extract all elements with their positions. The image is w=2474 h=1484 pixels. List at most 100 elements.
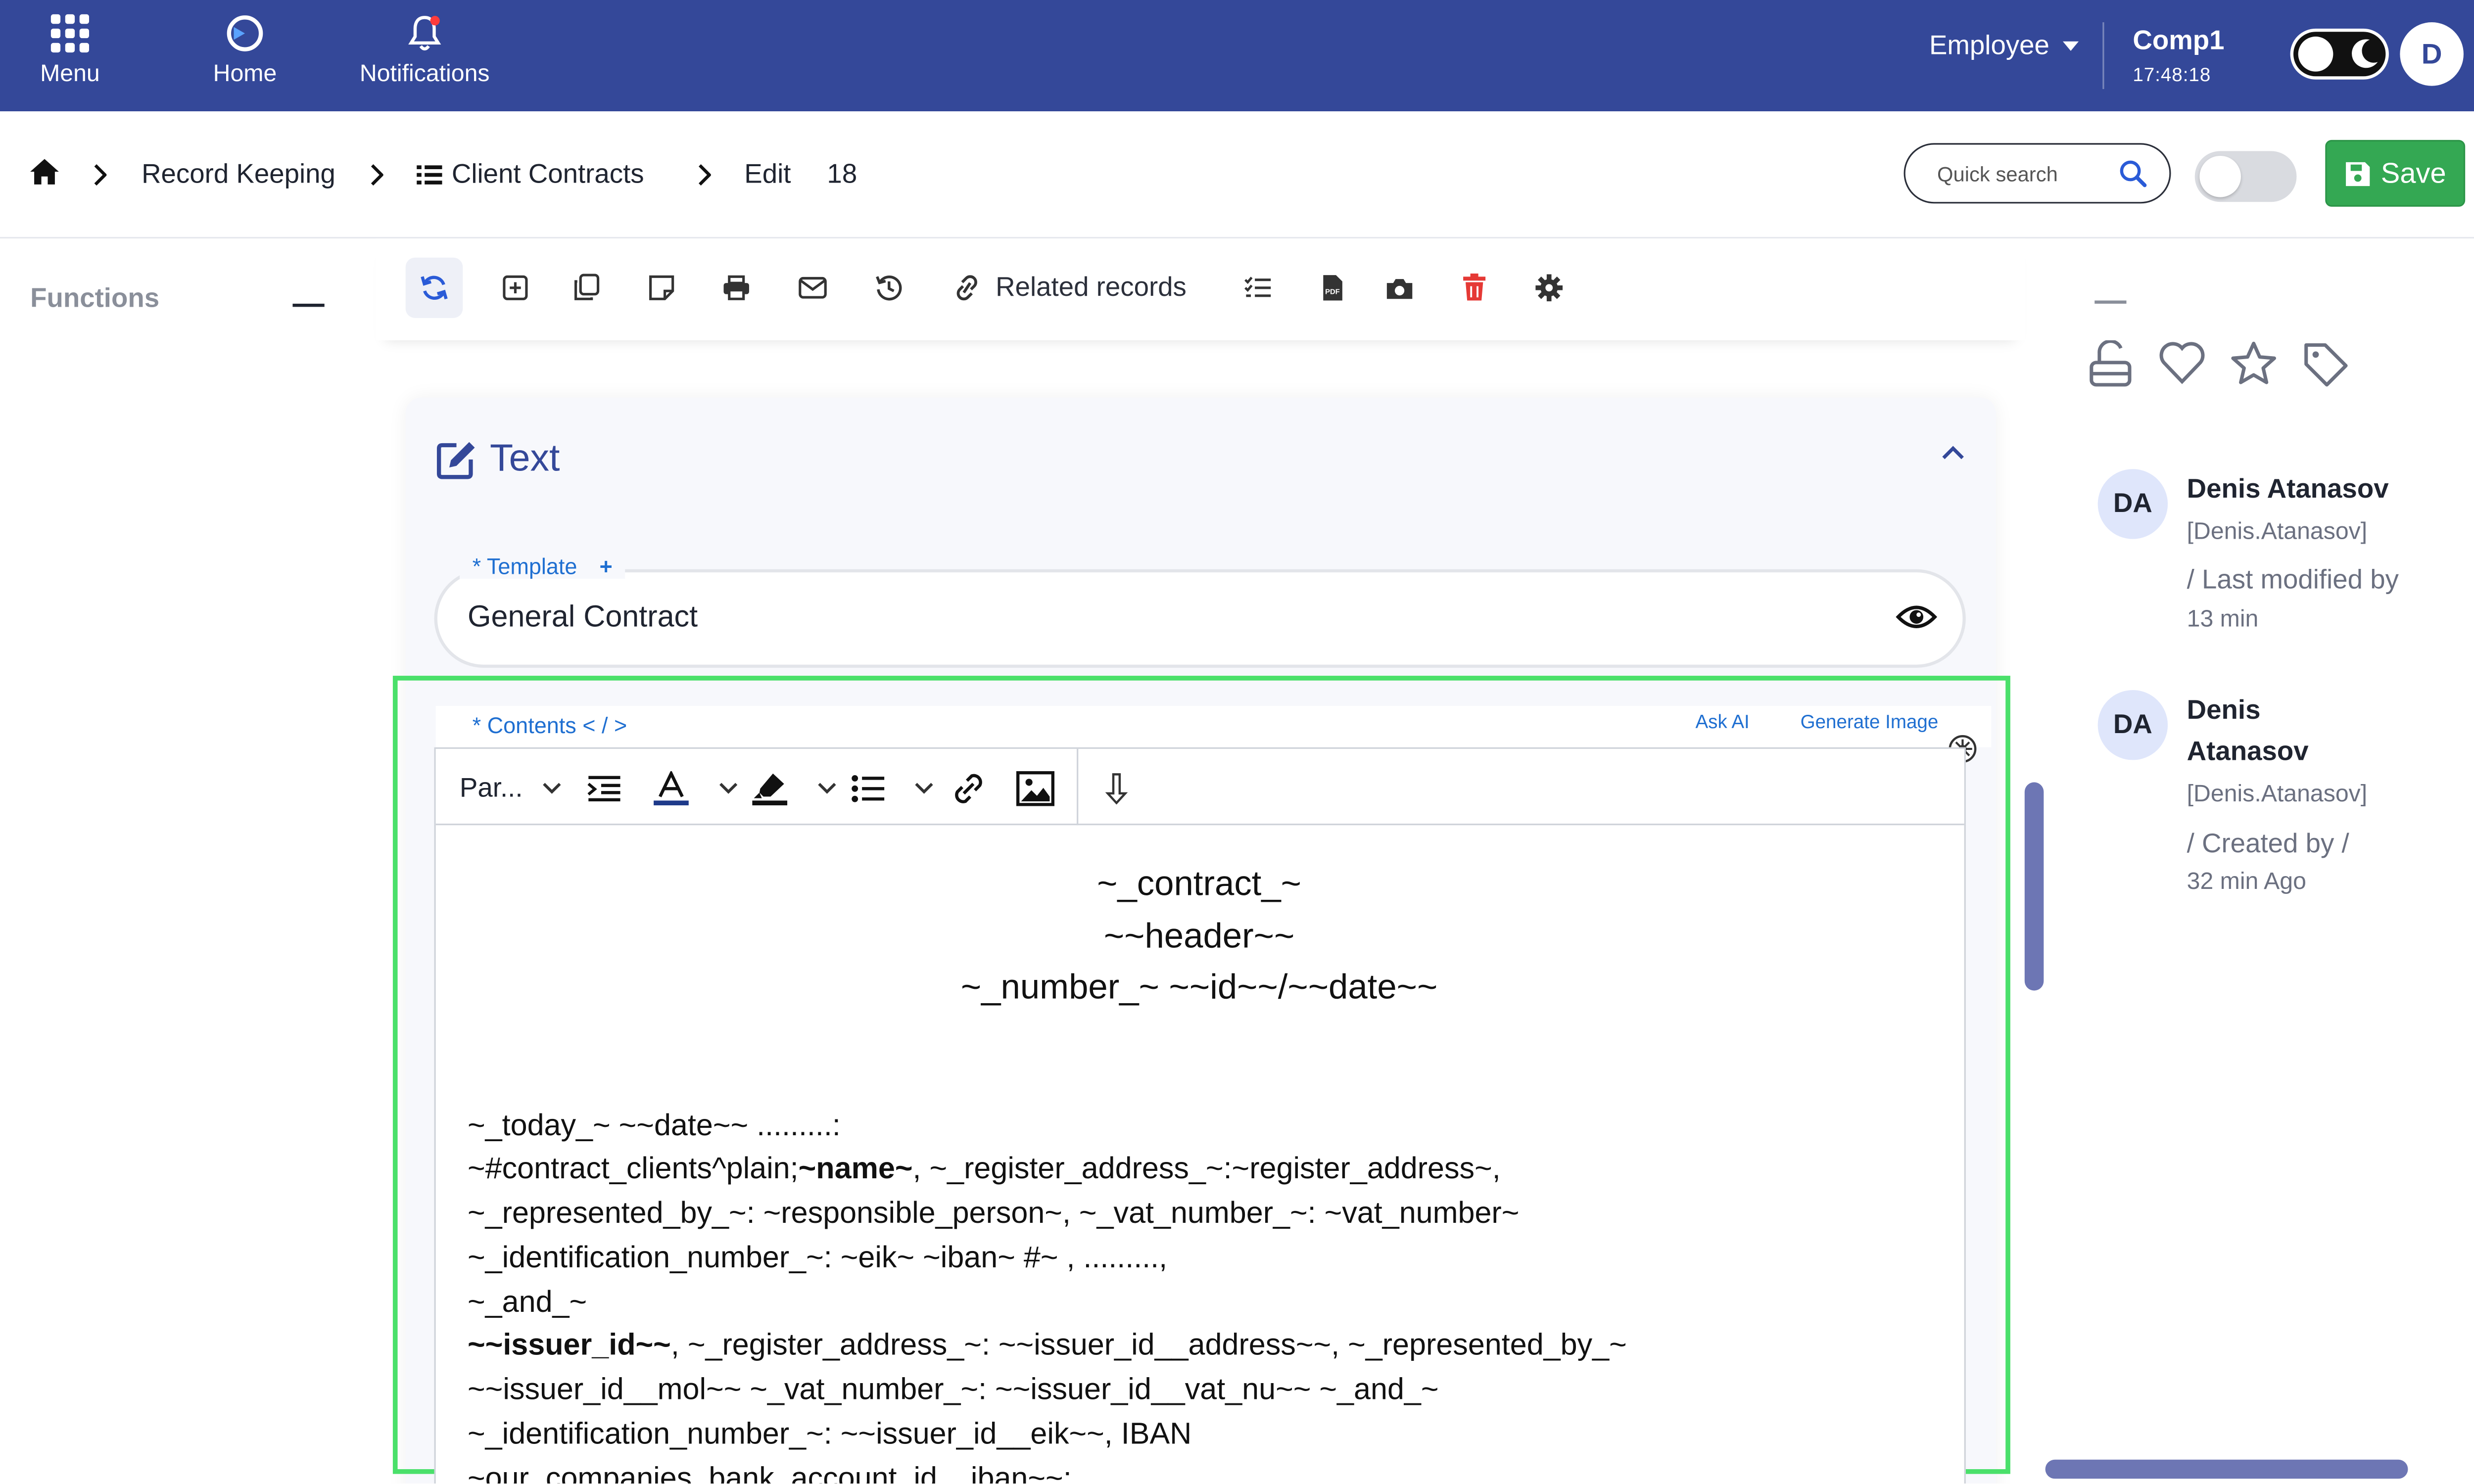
- company-name: Comp1: [2133, 25, 2225, 56]
- role-dropdown[interactable]: Employee: [1929, 30, 2078, 62]
- quick-search-field[interactable]: [1903, 143, 2171, 204]
- clock-time: 17:48:18: [2133, 63, 2211, 86]
- activity-user-name: Denis: [2187, 695, 2261, 725]
- doc-bold-text: ~name~: [798, 1153, 913, 1187]
- dark-mode-toggle[interactable]: [2290, 28, 2389, 80]
- vertical-scrollbar[interactable]: [2024, 782, 2044, 991]
- arrow-down-icon: [1105, 773, 1128, 805]
- notifications-button[interactable]: Notifications: [350, 13, 499, 88]
- activity-user-name: Atanasov: [2187, 736, 2309, 767]
- role-value: Employee: [1929, 30, 2049, 61]
- record-id: 18: [827, 159, 857, 190]
- template-label: * Template +: [459, 553, 625, 579]
- menu-button[interactable]: Menu: [35, 13, 105, 88]
- add-template-button[interactable]: +: [599, 554, 612, 579]
- home-button[interactable]: Home: [210, 13, 280, 88]
- doc-number-line: ~_number_~ ~~id~~/~~date~~: [960, 967, 1438, 1007]
- email-button[interactable]: [794, 258, 832, 318]
- print-button[interactable]: [717, 258, 756, 318]
- bulleted-list-icon: [852, 775, 885, 802]
- note-button[interactable]: [643, 258, 681, 318]
- font-color-icon: [654, 771, 689, 806]
- related-records-label: Related records: [996, 272, 1187, 302]
- font-color-button[interactable]: [652, 768, 738, 810]
- home-logo-icon: [227, 15, 263, 51]
- bulleted-list-button[interactable]: [851, 768, 934, 810]
- tag-icon[interactable]: [2301, 340, 2349, 388]
- copy-icon: [574, 274, 600, 300]
- breadcrumb-client-contracts[interactable]: Client Contracts: [417, 159, 644, 190]
- heart-icon[interactable]: [2158, 340, 2206, 385]
- caret-down-icon: [2062, 41, 2078, 51]
- indent-icon: [587, 776, 620, 802]
- template-value: General Contract: [468, 601, 698, 635]
- printer-icon: [723, 275, 749, 300]
- insert-image-button[interactable]: [1016, 768, 1055, 810]
- breadcrumb-bar: Record Keeping Client Contracts Edit 18: [0, 111, 2474, 239]
- contents-label[interactable]: * Contents < / >: [473, 712, 627, 738]
- document-content[interactable]: ~_contract_~ ~~header~~ ~_number_~ ~~id~…: [468, 859, 1947, 1484]
- chevron-down-icon: [818, 783, 836, 794]
- delete-button[interactable]: [1455, 258, 1493, 318]
- indent-button[interactable]: [587, 768, 622, 810]
- related-records-button[interactable]: Related records: [951, 258, 1187, 318]
- user-avatar[interactable]: D: [2400, 22, 2464, 86]
- checklist-button[interactable]: [1239, 258, 1277, 318]
- template-label-text: * Template: [472, 553, 577, 579]
- record-toolbar: Related records PDF: [375, 238, 2025, 340]
- breadcrumb-record-keeping[interactable]: Record Keeping: [142, 159, 335, 190]
- doc-paragraph: ~_and_~: [468, 1286, 587, 1319]
- breadcrumb-edit-label: Edit: [744, 159, 791, 189]
- activity-action: / Last modified by: [2187, 564, 2399, 595]
- doc-header-line: ~~header~~: [1103, 915, 1295, 955]
- copy-button[interactable]: [568, 258, 606, 318]
- chevron-down-icon: [915, 783, 933, 794]
- grid-menu-icon: [50, 14, 90, 53]
- doc-text: , ~_register_address_~: ~~issuer_id__add…: [670, 1330, 1627, 1364]
- history-button[interactable]: [870, 258, 908, 318]
- ask-ai-link[interactable]: Ask AI: [1695, 711, 1749, 733]
- section-title-label: Text: [490, 437, 560, 480]
- eye-icon[interactable]: [1896, 600, 1938, 635]
- home-label: Home: [213, 60, 277, 88]
- moon-icon: [2352, 39, 2378, 68]
- activity-time: 13 min: [2187, 605, 2259, 633]
- functions-collapse-button[interactable]: [292, 303, 325, 307]
- insert-link-button[interactable]: [950, 768, 988, 810]
- paragraph-style-value: Par...: [459, 773, 523, 803]
- pdf-button[interactable]: PDF: [1314, 258, 1352, 318]
- horizontal-scrollbar[interactable]: [2045, 1459, 2408, 1479]
- paragraph-style-dropdown[interactable]: Par...: [460, 768, 561, 810]
- unlock-icon[interactable]: [2088, 340, 2133, 388]
- highlight-button[interactable]: [751, 768, 837, 810]
- list-icon: [417, 165, 442, 185]
- view-toggle[interactable]: [2194, 151, 2297, 202]
- generate-image-link[interactable]: Generate Image: [1801, 711, 1939, 733]
- chevron-right-icon: [371, 164, 383, 186]
- search-icon[interactable]: [2118, 159, 2147, 187]
- star-icon[interactable]: [2230, 340, 2277, 388]
- more-tools-button[interactable]: [1105, 768, 1128, 810]
- new-record-button[interactable]: [496, 258, 534, 318]
- activity-time: 32 min Ago: [2187, 868, 2306, 895]
- image-icon: [1016, 771, 1055, 806]
- breadcrumb-home[interactable]: [29, 157, 60, 186]
- doc-paragraph: ~~issuer_id__mol~~ ~_vat_number_~: ~~iss…: [468, 1374, 1439, 1408]
- camera-button[interactable]: [1380, 258, 1419, 318]
- history-icon: [876, 276, 902, 301]
- chevron-down-icon: [719, 783, 738, 794]
- company-info: Comp1 17:48:18: [2133, 25, 2224, 86]
- refresh-button[interactable]: [405, 257, 463, 318]
- save-button[interactable]: Save: [2325, 139, 2466, 207]
- section-title: Text: [436, 437, 560, 482]
- quick-search-input[interactable]: [1937, 161, 2116, 186]
- doc-bold-text: ~~issuer_id~~: [468, 1330, 671, 1364]
- doc-title-line: ~_contract_~: [1097, 863, 1302, 903]
- panel-collapse-button[interactable]: [2094, 300, 2127, 304]
- menu-label: Menu: [40, 60, 100, 88]
- chevron-up-icon[interactable]: [1940, 445, 1965, 461]
- doc-paragraph: ~#contract_clients^plain;~name~, ~_regis…: [468, 1149, 1947, 1193]
- svg-text:PDF: PDF: [1325, 288, 1340, 296]
- link-icon: [955, 774, 982, 803]
- settings-button[interactable]: [1530, 258, 1568, 318]
